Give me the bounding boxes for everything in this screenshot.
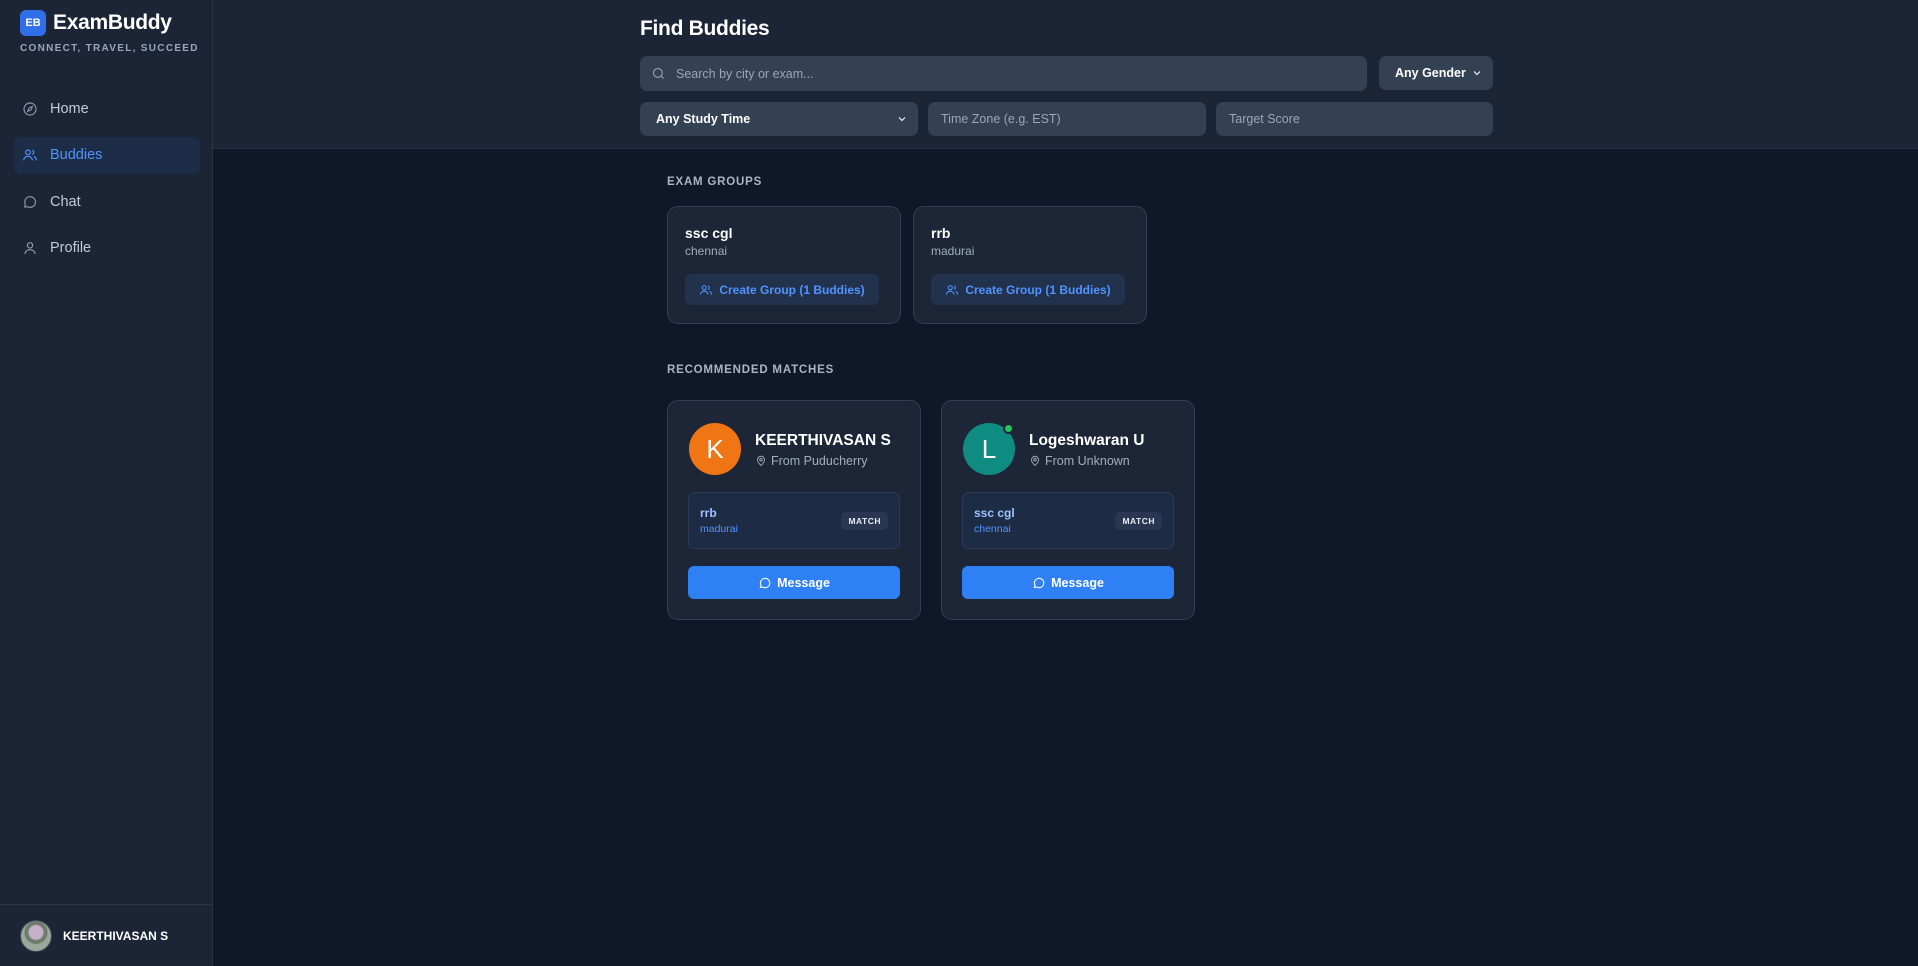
match-location-text: From Unknown [1045,454,1130,468]
users-icon [700,284,713,295]
sidebar-item-label: Chat [50,193,81,210]
online-status-indicator [1003,423,1014,434]
match-location: From Unknown [1029,454,1130,468]
exam-group-card: rrb madurai Create Group (1 Buddies) [913,206,1147,324]
message-button-label: Message [777,575,830,590]
user-name: KEERTHIVASAN S [63,928,169,943]
app-name: ExamBuddy [53,11,172,34]
gender-select[interactable]: Any Gender [1379,56,1493,90]
message-button-label: Message [1051,575,1104,590]
create-group-label: Create Group (1 Buddies) [965,282,1111,297]
match-location: From Puducherry [755,454,868,468]
filter-header: Find Buddies Any Gender Any Study Time [213,0,1918,149]
sidebar-item-chat[interactable]: Chat [14,183,200,220]
timezone-input[interactable] [941,112,1181,126]
match-badge: MATCH [841,512,888,530]
sidebar-item-label: Profile [50,240,92,256]
brand[interactable]: EB ExamBuddy [20,10,172,36]
group-exam: rrb [931,225,951,241]
match-name: KEERTHIVASAN S [755,432,891,449]
search-input[interactable] [676,66,1356,81]
sidebar-item-home[interactable]: Home [14,90,200,127]
exam-groups-heading: EXAM GROUPS [667,176,763,188]
timezone-field[interactable] [928,102,1206,136]
app-tagline: CONNECT, TRAVEL, SUCCEED [20,43,199,54]
target-score-input[interactable] [1229,112,1469,126]
compass-icon [23,101,37,116]
map-pin-icon [1031,455,1039,467]
user-profile-footer[interactable]: KEERTHIVASAN S [0,904,213,966]
study-time-select[interactable]: Any Study Time [640,102,918,136]
users-icon [23,149,37,161]
match-name: Logeshwaran U [1029,432,1145,449]
chevron-down-icon [1473,71,1481,76]
match-exam-box: rrb madurai MATCH [688,492,900,549]
match-badge: MATCH [1115,512,1162,530]
match-city: madurai [700,523,738,535]
search-icon [652,67,664,79]
match-exam: ssc cgl [974,506,1015,520]
gender-select-value: Any Gender [1395,66,1466,80]
chevron-down-icon [898,117,906,122]
sidebar-item-label: Buddies [50,147,103,163]
match-exam-box: ssc cgl chennai MATCH [962,492,1174,549]
chat-bubble-icon [1033,577,1045,588]
map-pin-icon [757,455,765,467]
group-exam: ssc cgl [685,225,733,241]
chat-bubble-icon [23,195,37,208]
message-button[interactable]: Message [688,566,900,599]
message-button[interactable]: Message [962,566,1174,599]
study-time-select-value: Any Study Time [656,112,751,126]
page-title: Find Buddies [640,17,770,40]
sidebar-nav: Home Buddies Chat Profile [14,90,200,276]
chat-bubble-icon [759,577,771,588]
avatar[interactable]: K [689,423,741,475]
create-group-button[interactable]: Create Group (1 Buddies) [931,274,1125,305]
recommended-matches-heading: RECOMMENDED MATCHES [667,364,835,376]
match-city: chennai [974,523,1011,535]
sidebar-item-profile[interactable]: Profile [14,230,200,267]
sidebar-item-label: Home [50,100,89,117]
avatar[interactable] [20,919,52,952]
sidebar-item-buddies[interactable]: Buddies [14,136,200,174]
target-score-field[interactable] [1216,102,1493,136]
sidebar: EB ExamBuddy CONNECT, TRAVEL, SUCCEED Ho… [0,0,213,966]
user-icon [24,242,36,255]
create-group-button[interactable]: Create Group (1 Buddies) [685,274,879,305]
match-card: L Logeshwaran U From Unknown ssc cgl che… [941,400,1195,620]
group-city: madurai [931,244,975,258]
match-exam: rrb [700,506,717,520]
match-location-text: From Puducherry [771,454,868,468]
create-group-label: Create Group (1 Buddies) [719,282,865,297]
logo-badge: EB [20,10,46,36]
search-bar[interactable] [640,56,1367,91]
exam-group-card: ssc cgl chennai Create Group (1 Buddies) [667,206,901,324]
group-city: chennai [685,244,728,258]
match-card: K KEERTHIVASAN S From Puducherry rrb mad… [667,400,921,620]
users-icon [946,284,959,295]
